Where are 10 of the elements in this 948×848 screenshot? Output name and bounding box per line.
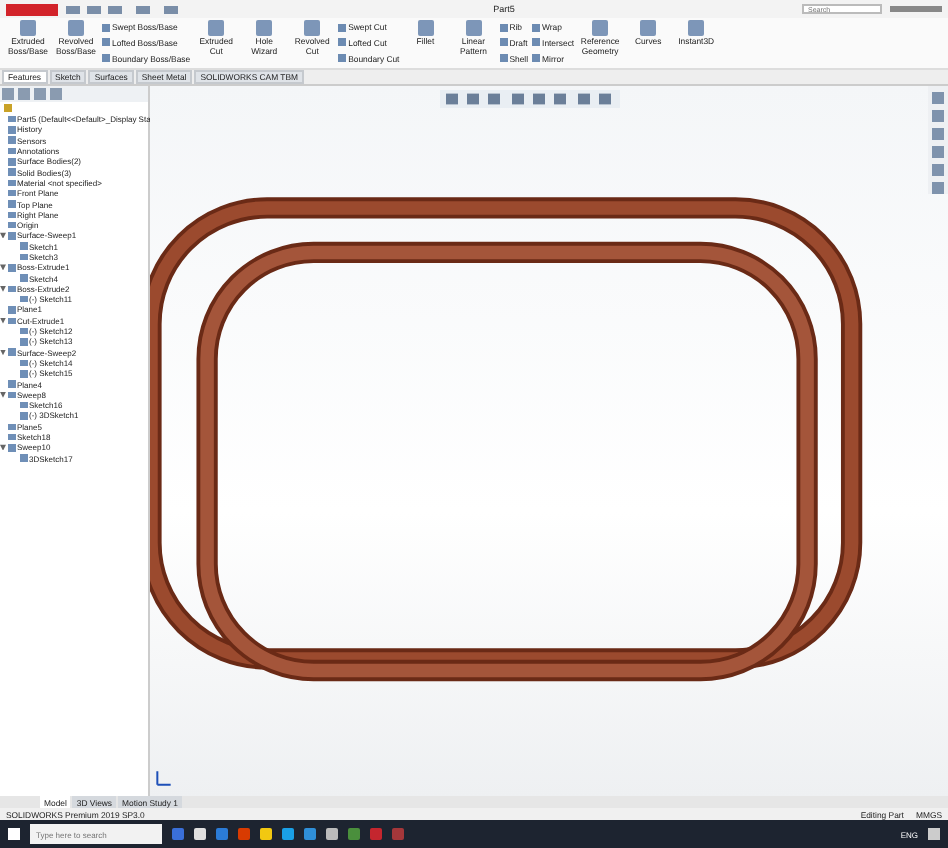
feature-icon bbox=[592, 20, 609, 36]
feature-icon bbox=[68, 20, 84, 36]
logo-icon bbox=[6, 3, 58, 15]
feature-icon bbox=[688, 20, 705, 36]
axis-triad-icon bbox=[154, 768, 174, 788]
feature-icon bbox=[417, 20, 434, 36]
feature-icon bbox=[20, 20, 36, 36]
feature-icon bbox=[256, 20, 273, 36]
feature-icon bbox=[208, 20, 225, 36]
feature-icon bbox=[640, 20, 657, 36]
